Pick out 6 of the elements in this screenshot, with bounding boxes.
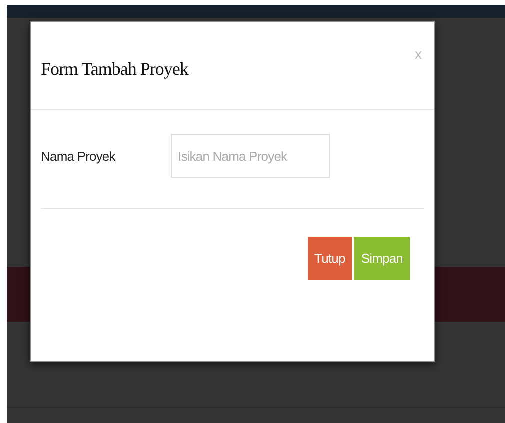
modal-title: Form Tambah Proyek — [41, 59, 188, 80]
save-button[interactable]: Simpan — [354, 237, 410, 280]
field-label: Nama Proyek — [41, 148, 117, 164]
input-field[interactable]: Isikan Nama Proyek — [171, 134, 330, 178]
close-dialog-button[interactable]: Tutup — [308, 237, 352, 280]
close-button[interactable]: x — [413, 46, 424, 62]
